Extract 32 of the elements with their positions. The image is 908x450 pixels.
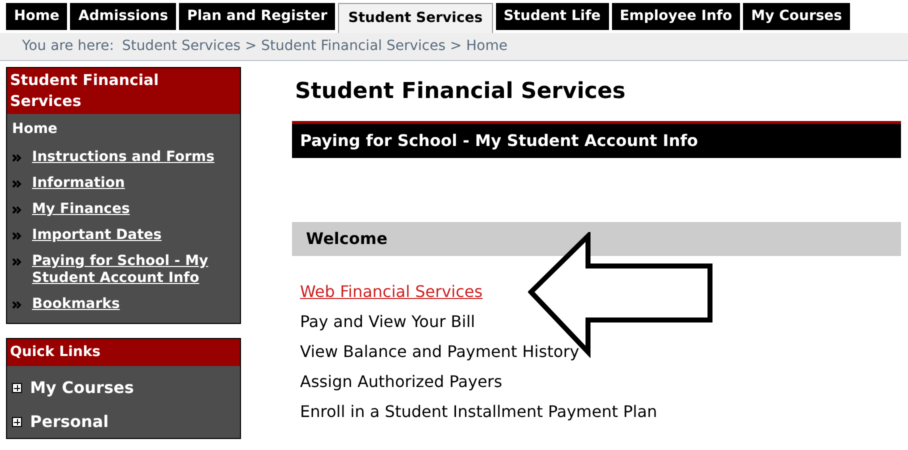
web-services-link[interactable]: Web Financial Services: [300, 281, 483, 302]
sidebar-link[interactable]: Instructions and Forms: [32, 149, 214, 166]
page-title: Student Financial Services: [295, 78, 626, 106]
expand-icon[interactable]: [12, 383, 22, 393]
chevron-icon: [12, 180, 22, 188]
sidebar-link[interactable]: My Finances: [32, 201, 130, 218]
welcome-header: Welcome: [292, 222, 901, 256]
section-banner: Paying for School - My Student Account Info: [292, 121, 901, 158]
breadcrumb-label: You are here:: [22, 37, 114, 56]
nav-tab[interactable]: Admissions: [70, 3, 176, 30]
sidebar-link[interactable]: Important Dates: [32, 227, 162, 244]
sidebar-current[interactable]: Home: [7, 114, 240, 140]
quick-links-title: Quick Links: [7, 339, 240, 366]
nav-tab[interactable]: Employee Info: [612, 3, 740, 30]
sidebar-link[interactable]: Paying for School - My Student Account Info: [32, 253, 235, 287]
expand-icon[interactable]: [12, 417, 22, 427]
chevron-icon: [12, 258, 22, 266]
nav-tab[interactable]: Home: [6, 3, 68, 30]
chevron-icon: [12, 206, 22, 214]
sidebar-link[interactable]: Information: [32, 175, 125, 192]
chevron-icon: [12, 154, 22, 162]
sidebar-link[interactable]: Bookmarks: [32, 296, 120, 313]
nav-tab[interactable]: Student Services: [338, 3, 493, 33]
nav-tab[interactable]: Plan and Register: [179, 3, 336, 30]
breadcrumb-path[interactable]: Student Services > Student Financial Services > Home: [122, 36, 508, 57]
nav-tab[interactable]: My Courses: [743, 3, 850, 30]
sidebar-title: Student Financial Services: [7, 68, 240, 114]
quick-link[interactable]: Personal: [30, 410, 109, 434]
nav-tab[interactable]: Student Life: [496, 3, 609, 30]
chevron-icon: [12, 301, 22, 309]
chevron-icon: [12, 232, 22, 240]
quick-link[interactable]: My Courses: [30, 376, 134, 400]
